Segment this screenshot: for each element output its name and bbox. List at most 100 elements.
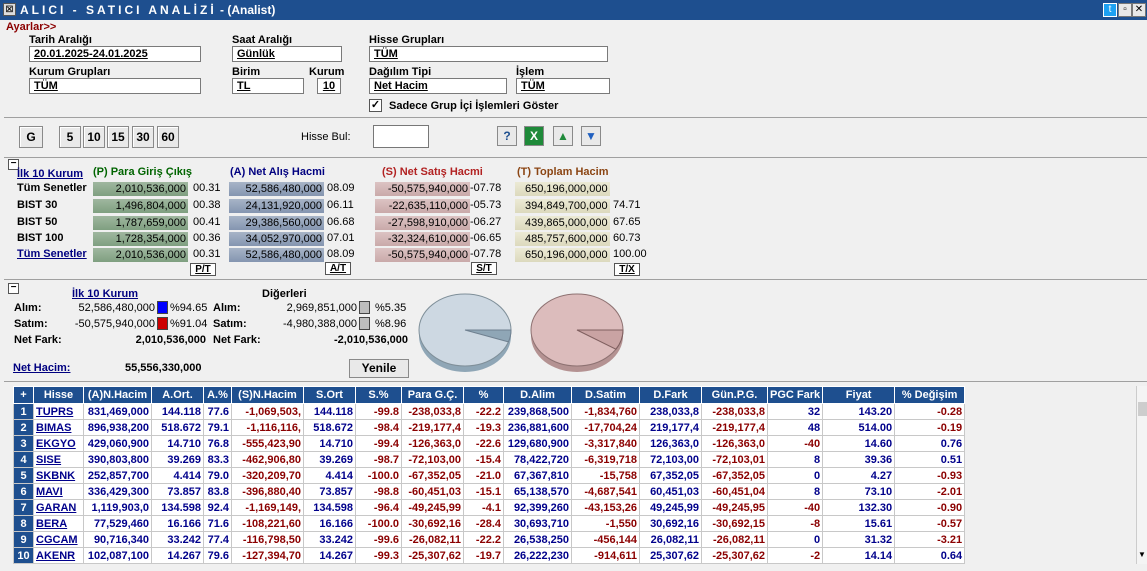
pt-button[interactable]: P/T [190, 263, 216, 276]
table-row[interactable]: 8 BERA 77,529,460 16.166 71.6 -108,221,60 16.1… [13, 515, 966, 532]
table-cell: 77,529,460 [83, 515, 152, 532]
row-number: 6 [13, 483, 34, 500]
table-row[interactable]: 4 SISE 390,803,800 39.269 83.3 -462,906,80 39.… [13, 451, 966, 468]
table-cell: -60,451,03 [401, 483, 464, 500]
symbol-link[interactable]: CGCAM [33, 531, 84, 548]
vertical-scrollbar[interactable]: ▼ [1136, 386, 1147, 564]
restore-icon[interactable]: ▫ [1118, 3, 1132, 17]
column-header[interactable]: D.Satim [571, 386, 640, 404]
column-header[interactable]: (A)N.Hacim [83, 386, 152, 404]
collapse-dist-icon[interactable]: − [8, 283, 19, 294]
tx-button[interactable]: T/X [614, 263, 640, 276]
hisse-grup-label: Hisse Grupları [369, 34, 445, 46]
kurum-count-field[interactable]: 10 [317, 78, 341, 94]
column-header[interactable]: + [13, 386, 34, 404]
column-header[interactable]: D.Alim [503, 386, 572, 404]
table-cell: 429,060,900 [83, 435, 152, 452]
kurum-grup-field[interactable]: TÜM [29, 78, 201, 94]
table-cell: -30,692,15 [701, 515, 768, 532]
yenile-button[interactable]: Yenile [349, 359, 409, 378]
scroll-thumb[interactable] [1138, 402, 1147, 416]
table-cell: 73.857 [303, 483, 356, 500]
table-cell: 83.8 [203, 483, 232, 500]
dagilim-field[interactable]: Net Hacim [369, 78, 507, 94]
dist-ilk10-link[interactable]: İlk 10 Kurum [72, 288, 138, 300]
symbol-link[interactable]: MAVI [33, 483, 84, 500]
scroll-down-icon[interactable]: ▼ [1138, 550, 1146, 559]
ayarlar-link[interactable]: Ayarlar>> [6, 21, 56, 33]
net-hacim-label[interactable]: Net Hacim: [13, 362, 70, 374]
column-header[interactable]: S.% [355, 386, 402, 404]
summary-category-link[interactable]: Tüm Senetler [17, 248, 87, 260]
period-button-5[interactable]: 5 [59, 126, 81, 148]
table-cell: 33.242 [151, 531, 204, 548]
table-cell: -19.3 [463, 419, 504, 436]
period-button-15[interactable]: 15 [107, 126, 129, 148]
table-row[interactable]: 2 BIMAS 896,938,200 518.672 79.1 -1,116,116, 5… [13, 419, 966, 436]
column-header[interactable]: % [463, 386, 504, 404]
table-row[interactable]: 6 MAVI 336,429,300 73.857 83.8 -396,880,40 73.… [13, 483, 966, 500]
column-header[interactable]: D.Fark [639, 386, 702, 404]
dagilim-label: Dağılım Tipi [369, 66, 432, 78]
st-button[interactable]: S/T [471, 262, 497, 275]
table-cell: 134.598 [303, 499, 356, 516]
table-cell: -25,307,62 [701, 547, 768, 564]
period-button-60[interactable]: 60 [157, 126, 179, 148]
header-para-giris: (P) Para Giriş Çıkış [93, 166, 193, 178]
hisse-grup-field[interactable]: TÜM [369, 46, 608, 62]
symbol-link[interactable]: SISE [33, 451, 84, 468]
table-cell: 14.267 [151, 547, 204, 564]
twitter-icon[interactable]: t [1103, 3, 1117, 17]
symbol-link[interactable]: GARAN [33, 499, 84, 516]
buy-pie-chart [418, 293, 512, 372]
table-cell: -555,423,90 [231, 435, 304, 452]
row-number: 8 [13, 515, 34, 532]
column-header[interactable]: (S)N.Hacim [231, 386, 304, 404]
grup-ici-checkbox[interactable]: ✓ [369, 99, 382, 112]
hisse-bul-input[interactable] [373, 125, 429, 148]
green-users-icon[interactable]: ▲ [553, 126, 573, 146]
period-button-10[interactable]: 10 [83, 126, 105, 148]
islem-field[interactable]: TÜM [516, 78, 610, 94]
table-cell: -98.8 [355, 483, 402, 500]
table-row[interactable]: 3 EKGYO 429,060,900 14.710 76.8 -555,423,90 14… [13, 435, 966, 452]
column-header[interactable]: S.Ort [303, 386, 356, 404]
column-header[interactable]: Gün.P.G. [701, 386, 768, 404]
a-bar: 52,586,480,000 [229, 182, 324, 196]
ilk10-link[interactable]: İlk 10 Kurum [17, 168, 83, 180]
table-cell: 49,245,99 [639, 499, 702, 516]
birim-field[interactable]: TL [232, 78, 304, 94]
table-row[interactable]: 1 TUPRS 831,469,000 144.118 77.6 -1,069,503, 1… [13, 403, 966, 420]
symbol-link[interactable]: BIMAS [33, 419, 84, 436]
column-header[interactable]: Hisse [33, 386, 84, 404]
period-button-30[interactable]: 30 [132, 126, 154, 148]
help-icon[interactable]: ? [497, 126, 517, 146]
tarih-field[interactable]: 20.01.2025-24.01.2025 [29, 46, 201, 62]
symbol-link[interactable]: SKBNK [33, 467, 84, 484]
system-menu-icon[interactable]: ⊠ [3, 3, 16, 16]
blue-users-icon[interactable]: ▼ [581, 126, 601, 146]
excel-icon[interactable]: X [524, 126, 544, 146]
column-header[interactable]: % Değişim [894, 386, 966, 404]
column-header[interactable]: A.Ort. [151, 386, 204, 404]
table-cell: 48 [766, 419, 824, 436]
saat-field[interactable]: Günlük [232, 46, 342, 62]
table-cell: -456,144 [571, 531, 640, 548]
at-button[interactable]: A/T [325, 262, 351, 275]
column-header[interactable]: A.% [203, 386, 232, 404]
symbol-link[interactable]: AKENR [33, 547, 84, 564]
table-cell: 25,307,62 [639, 547, 702, 564]
period-button-g[interactable]: G [19, 126, 43, 148]
table-row[interactable]: 9 CGCAM 90,716,340 33.242 77.4 -116,798,50 33.… [13, 531, 966, 548]
table-row[interactable]: 7 GARAN 1,119,903,0 134.598 92.4 -1,169,149, 1… [13, 499, 966, 516]
table-row[interactable]: 10 AKENR 102,087,100 14.267 79.6 -127,394,70 1… [13, 547, 966, 564]
table-row[interactable]: 5 SKBNK 252,857,700 4.414 79.0 -320,209,70 4.4… [13, 467, 966, 484]
close-icon[interactable]: ✕ [1132, 3, 1146, 17]
column-header[interactable]: Para G.Ç. [401, 386, 464, 404]
column-header[interactable]: PGC Fark [766, 386, 824, 404]
symbol-link[interactable]: BERA [33, 515, 84, 532]
symbol-link[interactable]: TUPRS [33, 403, 84, 420]
symbol-link[interactable]: EKGYO [33, 435, 84, 452]
table-cell: 32 [766, 403, 824, 420]
column-header[interactable]: Fiyat [822, 386, 896, 404]
